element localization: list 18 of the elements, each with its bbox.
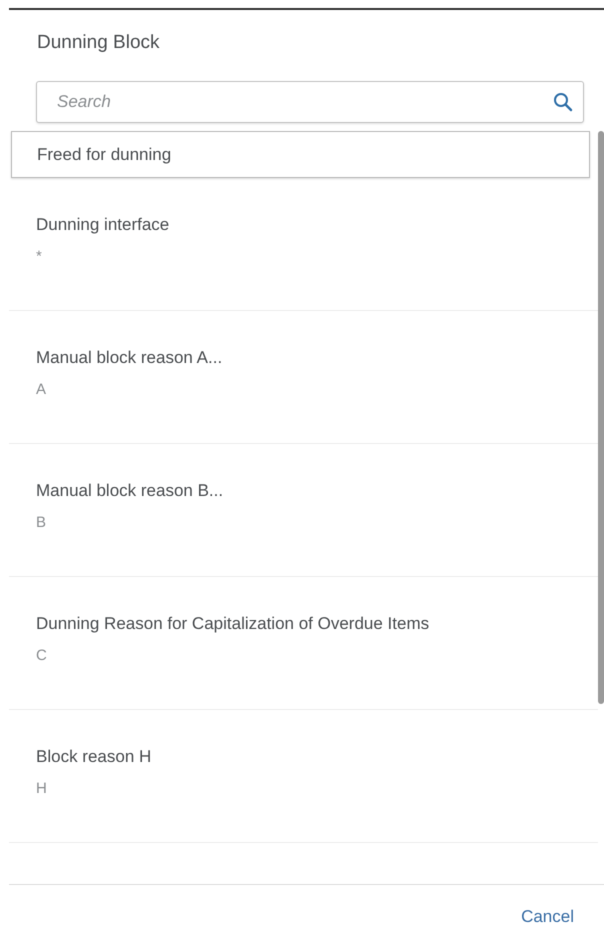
search-icon[interactable] [553, 92, 573, 112]
search-field[interactable]: Search [36, 81, 584, 123]
dialog-title: Dunning Block [36, 31, 161, 55]
item-title: Freed for dunning [37, 144, 172, 164]
item-title: Dunning Reason for Capitalization of Overdue Items [36, 614, 430, 634]
item-title: Dunning interface [36, 215, 170, 235]
item-title: Manual block reason B... [36, 481, 224, 501]
item-title: Block reason H [36, 747, 152, 767]
list-item[interactable]: Freed for dunning [11, 131, 590, 178]
list-item[interactable]: Block reason H H [9, 710, 598, 843]
item-code: * [36, 248, 43, 265]
item-title: Manual block reason A... [36, 348, 224, 368]
item-code: C [36, 647, 48, 664]
item-code: A [36, 381, 48, 398]
scrollbar[interactable] [598, 131, 604, 704]
cancel-button[interactable]: Cancel [519, 903, 576, 931]
item-code: B [36, 514, 48, 531]
item-code: H [36, 780, 48, 797]
